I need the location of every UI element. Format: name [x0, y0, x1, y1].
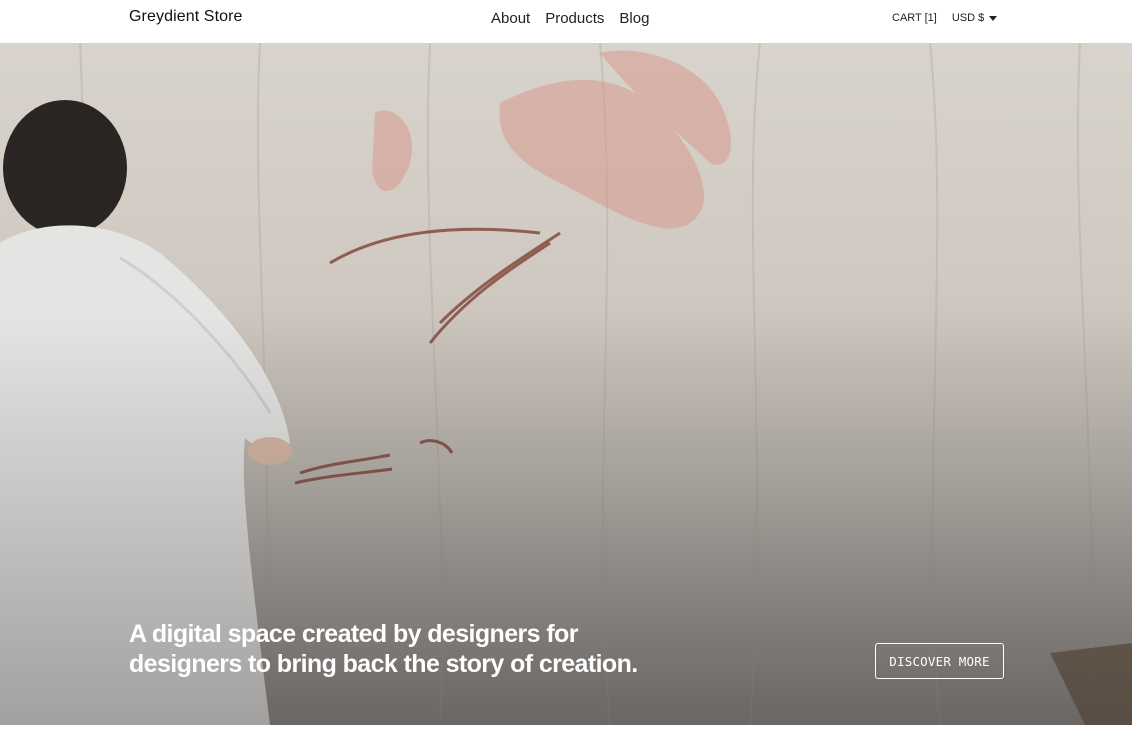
discover-more-button[interactable]: DISCOVER MORE: [875, 643, 1004, 679]
header-actions: CART [1] USD $: [892, 12, 998, 24]
main-nav: About Products Blog: [491, 10, 649, 27]
nav-products[interactable]: Products: [545, 10, 604, 27]
hero-headline: A digital space created by designers for…: [129, 620, 638, 678]
nav-about[interactable]: About: [491, 10, 530, 27]
cart-link[interactable]: CART [1]: [892, 12, 937, 24]
site-header: Greydient Store About Products Blog CART…: [0, 0, 1132, 43]
store-logo[interactable]: Greydient Store: [129, 8, 243, 26]
nav-blog[interactable]: Blog: [619, 10, 649, 27]
currency-selector[interactable]: USD $: [951, 12, 998, 24]
hero-section: A digital space created by designers for…: [0, 43, 1132, 725]
currency-label: USD $: [951, 12, 985, 24]
caret-down-icon: [989, 15, 998, 21]
